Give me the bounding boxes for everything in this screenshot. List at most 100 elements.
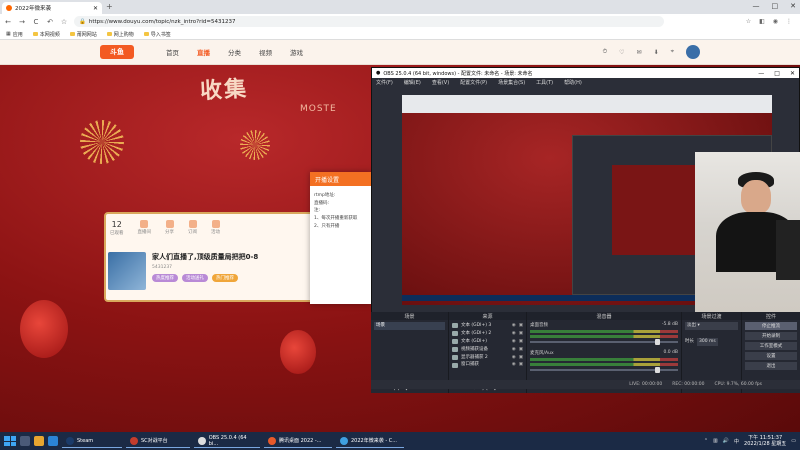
sources-header: 来源 bbox=[449, 312, 526, 320]
taskbar-app-chrome[interactable]: 2022年微来袭 - C... bbox=[336, 434, 404, 448]
network-icon[interactable]: ▥ bbox=[713, 438, 718, 444]
volume-slider[interactable] bbox=[530, 339, 678, 345]
address-bar[interactable]: 🔒 https://www.douyu.com/topic/nzk_intro?… bbox=[74, 16, 664, 27]
close-button[interactable]: ✕ bbox=[790, 70, 795, 77]
studio-mode-button[interactable]: 工作室模式 bbox=[745, 342, 797, 350]
nav-home[interactable]: 首页 bbox=[166, 47, 179, 57]
bookmark-item[interactable]: 导入书签 bbox=[143, 31, 171, 38]
forward-button[interactable]: → bbox=[18, 18, 26, 26]
lock-icon[interactable]: ▣ bbox=[519, 330, 523, 338]
start-recording-button[interactable]: 开始录制 bbox=[745, 332, 797, 340]
taskbar-app-sc[interactable]: SC对战平台 bbox=[126, 434, 190, 448]
room-tag[interactable]: 热门推荐 bbox=[212, 274, 238, 282]
file-explorer-icon[interactable] bbox=[34, 436, 44, 446]
system-clock[interactable]: 下午 11:51:37 2022/1/28 星期五 bbox=[744, 435, 786, 447]
slider-handle[interactable] bbox=[655, 339, 660, 345]
eye-icon[interactable]: ◉ bbox=[512, 338, 516, 346]
eye-icon[interactable]: ◉ bbox=[512, 354, 516, 362]
undo-button[interactable]: ↶ bbox=[46, 18, 54, 26]
transition-select[interactable]: 淡出 ▾ bbox=[685, 322, 738, 330]
source-item[interactable]: 显示器捕获 2 ◉ ▣ bbox=[452, 354, 523, 362]
menu-icon[interactable]: ⋮ bbox=[786, 18, 792, 25]
lock-icon[interactable]: ▣ bbox=[519, 361, 523, 369]
back-button[interactable]: ← bbox=[4, 18, 12, 26]
stop-streaming-button[interactable]: 停止推流 bbox=[745, 322, 797, 330]
bookmark-item[interactable]: 莆网网站 bbox=[69, 31, 97, 38]
search-icon[interactable] bbox=[20, 436, 30, 446]
eye-icon[interactable]: ◉ bbox=[512, 330, 516, 338]
menu-view[interactable]: 查看(V) bbox=[432, 79, 449, 86]
maximize-button[interactable]: □ bbox=[772, 2, 779, 10]
room-tag[interactable]: 活动送礼 bbox=[182, 274, 208, 282]
profile-icon[interactable]: ◉ bbox=[773, 18, 778, 25]
stat-item[interactable]: 订阅 bbox=[188, 220, 197, 236]
source-item[interactable]: 文本 (GDI+) ◉ ▣ bbox=[452, 338, 523, 346]
new-tab-button[interactable]: + bbox=[106, 2, 113, 11]
scene-item[interactable]: 场景 bbox=[374, 322, 445, 330]
volume-slider[interactable] bbox=[530, 367, 678, 373]
minimize-button[interactable]: — bbox=[753, 2, 760, 10]
douyu-logo[interactable]: 斗鱼 bbox=[100, 45, 134, 59]
system-tray: ⌃ ▥ 🔊 中 下午 11:51:37 2022/1/28 星期五 ▭ bbox=[704, 435, 800, 447]
maximize-button[interactable]: □ bbox=[774, 70, 780, 77]
stat-item[interactable]: 12 已观看 bbox=[110, 220, 124, 236]
follow-icon[interactable]: ♡ bbox=[619, 49, 624, 56]
eye-icon[interactable]: ◉ bbox=[512, 322, 516, 330]
star-icon[interactable]: ☆ bbox=[746, 18, 751, 25]
input-method-icon[interactable]: 中 bbox=[734, 438, 739, 445]
bookmark-star-icon[interactable]: ☆ bbox=[60, 18, 68, 26]
room-tag[interactable]: 热度推荐 bbox=[152, 274, 178, 282]
lock-icon[interactable]: ▣ bbox=[519, 346, 523, 354]
transition-duration: 时长 300 ms bbox=[685, 337, 718, 346]
menu-tools[interactable]: 工具(T) bbox=[536, 79, 553, 86]
eye-icon[interactable]: ◉ bbox=[512, 346, 516, 354]
lock-icon[interactable]: ▣ bbox=[519, 338, 523, 346]
nav-category[interactable]: 分类 bbox=[228, 47, 241, 57]
taskbar-app-tencent[interactable]: 腾讯桌面 2022 -... bbox=[264, 434, 332, 448]
stat-item[interactable]: 直播间 bbox=[138, 220, 151, 236]
reload-button[interactable]: C bbox=[32, 18, 40, 26]
source-item[interactable]: 窗口捕获 ◉ ▣ bbox=[452, 361, 523, 369]
lock-icon[interactable]: ▣ bbox=[519, 354, 523, 362]
extension-icon[interactable]: ◧ bbox=[759, 18, 765, 25]
taskbar-app-obs[interactable]: OBS 25.0.4 (64 bi... bbox=[194, 434, 260, 448]
edge-icon[interactable] bbox=[48, 436, 58, 446]
stat-item[interactable]: 活动 bbox=[211, 220, 220, 236]
notification-icon[interactable]: ▭ bbox=[791, 438, 796, 444]
exit-button[interactable]: 退出 bbox=[745, 362, 797, 370]
menu-profile[interactable]: 配置文件(P) bbox=[460, 79, 487, 86]
message-icon[interactable]: ✉ bbox=[637, 49, 642, 56]
room-thumbnail[interactable] bbox=[108, 252, 146, 290]
avatar[interactable] bbox=[686, 45, 700, 59]
lock-icon[interactable]: ▣ bbox=[519, 322, 523, 330]
source-item[interactable]: 文本 (GDI+) 3 ◉ ▣ bbox=[452, 322, 523, 330]
close-tab-icon[interactable]: ✕ bbox=[93, 5, 98, 12]
location-icon[interactable]: ⌖ bbox=[671, 48, 674, 56]
slider-handle[interactable] bbox=[655, 367, 660, 373]
menu-edit[interactable]: 编辑(E) bbox=[404, 79, 421, 86]
minimize-button[interactable]: — bbox=[758, 70, 764, 77]
eye-icon[interactable]: ◉ bbox=[512, 361, 516, 369]
menu-file[interactable]: 文件(F) bbox=[376, 79, 393, 86]
nav-video[interactable]: 视频 bbox=[259, 47, 272, 57]
bookmark-item[interactable]: 网上购物 bbox=[106, 31, 134, 38]
volume-icon[interactable]: 🔊 bbox=[723, 438, 729, 444]
settings-button[interactable]: 设置 bbox=[745, 352, 797, 360]
history-icon[interactable]: ⏱ bbox=[602, 48, 607, 56]
chevron-up-icon[interactable]: ⌃ bbox=[704, 438, 708, 444]
stat-item[interactable]: 分享 bbox=[165, 220, 174, 236]
bookmark-item[interactable]: 本网视频 bbox=[32, 31, 60, 38]
windows-start-icon[interactable] bbox=[4, 436, 16, 446]
duration-input[interactable]: 300 ms bbox=[697, 337, 718, 346]
menu-scene-collection[interactable]: 场景集合(S) bbox=[498, 79, 525, 86]
source-item[interactable]: 文本 (GDI+) 2 ◉ ▣ bbox=[452, 330, 523, 338]
download-icon[interactable]: ⬇ bbox=[654, 49, 659, 56]
nav-live[interactable]: 直播 bbox=[197, 47, 210, 57]
chrome-tab[interactable]: 2022年微来袭 ✕ bbox=[2, 2, 102, 14]
bookmark-apps[interactable]: ▦ 应用 bbox=[6, 31, 23, 38]
source-item[interactable]: 视频捕获设备 ◉ ▣ bbox=[452, 346, 523, 354]
menu-help[interactable]: 帮助(H) bbox=[564, 79, 582, 86]
close-button[interactable]: ✕ bbox=[790, 2, 796, 10]
taskbar-app-steam[interactable]: Steam bbox=[62, 434, 122, 448]
nav-game[interactable]: 游戏 bbox=[290, 47, 303, 57]
